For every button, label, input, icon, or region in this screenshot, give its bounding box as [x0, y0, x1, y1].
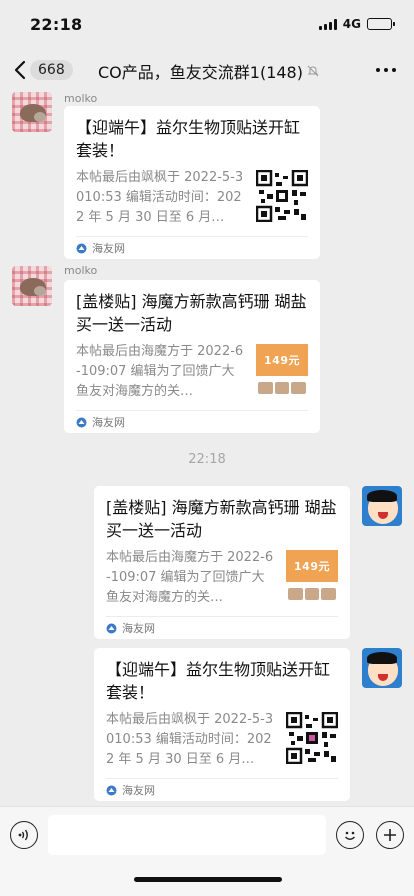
input-bar	[0, 806, 414, 896]
chat-title: CO产品，鱼友交流群1(148)	[98, 59, 319, 83]
sender-name: molko	[64, 264, 98, 277]
source-name: 海友网	[92, 242, 125, 255]
link-card-message[interactable]: 【迎端午】益尔生物顶贴送开缸套装！ 本帖最后由飒枫于 2022-5-3010:5…	[94, 648, 350, 801]
time-divider: 22:18	[188, 452, 226, 467]
status-time: 22:18	[30, 14, 83, 34]
back-icon	[14, 60, 26, 80]
card-title: 【迎端午】益尔生物顶贴送开缸套装！	[76, 118, 301, 160]
source-logo-icon	[76, 417, 87, 428]
chat-title-text: CO产品，鱼友交流群1(148)	[98, 63, 303, 82]
more-icon[interactable]	[376, 68, 396, 72]
status-indicators: 4G	[318, 17, 395, 31]
sender-avatar[interactable]	[12, 92, 52, 132]
source-logo-icon	[106, 623, 117, 634]
card-title: [盖楼贴] 海魔方新款高钙珊 瑚盐买一送一活动	[106, 498, 337, 540]
sender-avatar[interactable]	[12, 266, 52, 306]
back-button[interactable]: 668	[14, 60, 73, 80]
promo-price: 149元	[294, 560, 330, 573]
card-title: [盖楼贴] 海魔方新款高钙珊 瑚盐买一送一活动	[76, 292, 307, 334]
card-description: 本帖最后由飒枫于 2022-5-3010:53 编辑活动时间：2022 年 5 …	[76, 170, 244, 225]
chat-area[interactable]: molko 【迎端午】益尔生物顶贴送开缸套装！ 本帖最后由飒枫于 2022-5-…	[0, 92, 414, 806]
promo-thumbnail: 149元	[256, 344, 308, 396]
voice-icon[interactable]	[10, 821, 38, 849]
home-indicator	[134, 877, 282, 882]
link-card-message[interactable]: 【迎端午】益尔生物顶贴送开缸套装！ 本帖最后由飒枫于 2022-5-3010:5…	[64, 106, 320, 259]
link-card-message[interactable]: [盖楼贴] 海魔方新款高钙珊 瑚盐买一送一活动 本帖最后由海魔方于 2022-6…	[94, 486, 350, 639]
mute-icon	[307, 65, 319, 77]
source-logo-icon	[76, 243, 87, 254]
link-card-message[interactable]: [盖楼贴] 海魔方新款高钙珊 瑚盐买一送一活动 本帖最后由海魔方于 2022-6…	[64, 280, 320, 433]
source-name: 海友网	[122, 622, 155, 635]
network-type: 4G	[342, 17, 361, 31]
sender-name: molko	[64, 92, 98, 105]
my-avatar[interactable]	[362, 648, 402, 688]
card-description: 本帖最后由海魔方于 2022-6-109:07 编辑为了回馈广大鱼友对海魔方的关…	[76, 344, 244, 399]
battery-icon	[367, 18, 395, 30]
qr-code-thumbnail	[286, 712, 338, 764]
source-logo-icon	[106, 785, 117, 796]
card-description: 本帖最后由海魔方于 2022-6-109:07 编辑为了回馈广大鱼友对海魔方的关…	[106, 550, 274, 605]
source-name: 海友网	[92, 416, 125, 429]
promo-price: 149元	[264, 354, 300, 367]
unread-count-badge: 668	[30, 60, 73, 80]
qr-code-thumbnail	[256, 170, 308, 222]
signal-icon	[318, 18, 337, 30]
my-avatar[interactable]	[362, 486, 402, 526]
message-input[interactable]	[48, 815, 326, 855]
nav-bar: 668 CO产品，鱼友交流群1(148)	[0, 48, 414, 92]
plus-icon[interactable]	[376, 821, 404, 849]
promo-thumbnail: 149元	[286, 550, 338, 602]
source-name: 海友网	[122, 784, 155, 797]
status-bar: 22:18 4G	[0, 0, 414, 48]
emoji-icon[interactable]	[336, 821, 364, 849]
card-title: 【迎端午】益尔生物顶贴送开缸套装！	[106, 660, 331, 702]
card-description: 本帖最后由飒枫于 2022-5-3010:53 编辑活动时间：2022 年 5 …	[106, 712, 274, 767]
